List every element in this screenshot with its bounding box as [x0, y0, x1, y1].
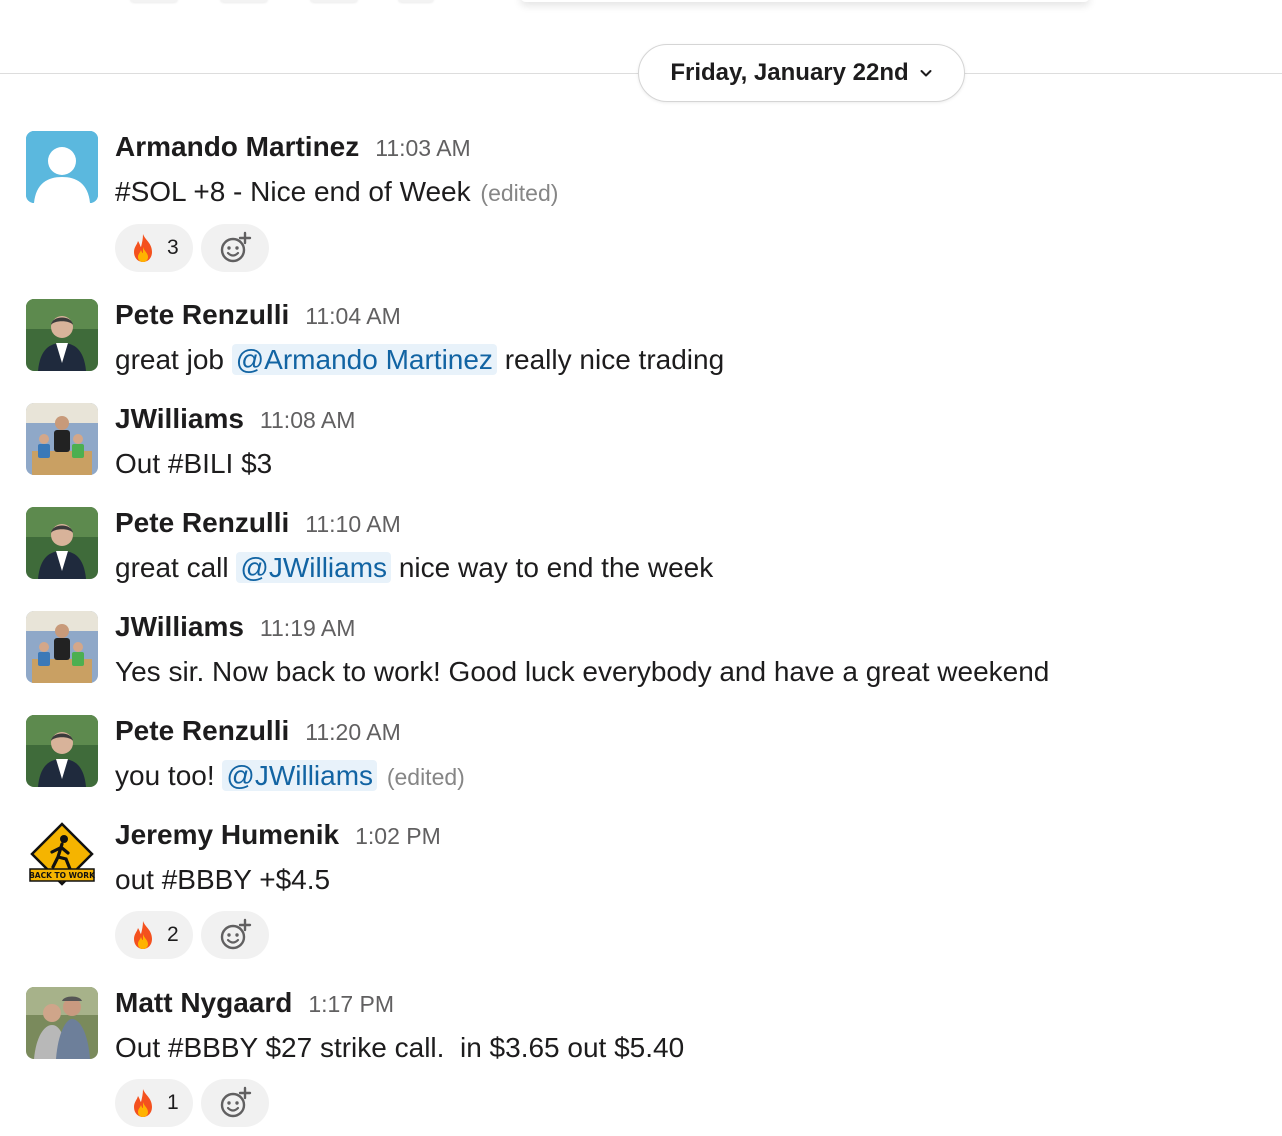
timestamp[interactable]: 11:04 AM — [305, 303, 400, 330]
user-mention[interactable]: @JWilliams — [222, 760, 378, 791]
fire-icon — [134, 234, 152, 262]
photo-family-icon — [26, 611, 98, 683]
default-avatar-icon — [26, 131, 98, 203]
author-name[interactable]: Jeremy Humenik — [115, 819, 339, 851]
user-mention[interactable]: @JWilliams — [236, 552, 392, 583]
date-label: Friday, January 22nd — [670, 59, 909, 86]
toolbar-fragment — [398, 0, 434, 2]
date-jump-button[interactable]: Friday, January 22nd — [638, 44, 965, 102]
message-text-pre: great call — [115, 552, 237, 583]
reaction-fire[interactable]: 1 — [115, 1079, 193, 1127]
author-name[interactable]: Pete Renzulli — [115, 715, 289, 747]
add-reaction-button[interactable] — [200, 224, 269, 272]
reaction-fire[interactable]: 2 — [115, 911, 193, 959]
composer-fragment — [520, 0, 1090, 2]
author-name[interactable]: Pete Renzulli — [115, 299, 289, 331]
author-name[interactable]: Matt Nygaard — [115, 987, 292, 1019]
fire-icon — [134, 1089, 152, 1117]
author-name[interactable]: JWilliams — [115, 403, 244, 435]
message-text: Yes sir. Now back to work! Good luck eve… — [115, 656, 1050, 687]
chevron-down-icon — [920, 70, 932, 77]
message-text-post: nice way to end the week — [391, 552, 714, 583]
timestamp[interactable]: 11:20 AM — [305, 719, 400, 746]
add-emoji-icon — [220, 231, 251, 263]
photo-family-icon — [26, 403, 98, 475]
reactions: 3 — [115, 224, 1255, 272]
toolbar-fragment — [220, 0, 268, 2]
message-text-pre: you too! — [115, 760, 223, 791]
author-name[interactable]: JWilliams — [115, 611, 244, 643]
timestamp[interactable]: 11:19 AM — [260, 615, 355, 642]
photo-man-suit-icon — [26, 715, 98, 787]
timestamp[interactable]: 11:08 AM — [260, 407, 355, 434]
add-emoji-icon — [220, 1086, 251, 1118]
message-text-post: really nice trading — [496, 344, 725, 375]
message-text: great job @Armando Martinez really nice … — [115, 341, 1255, 379]
back-to-work-sign-icon: BACK TO WORK — [26, 819, 98, 891]
message-text-pre: great job — [115, 344, 232, 375]
avatar[interactable] — [26, 611, 98, 683]
edited-label: (edited) — [386, 764, 465, 790]
avatar[interactable] — [26, 299, 98, 371]
reactions: 2 — [115, 911, 1255, 959]
avatar[interactable] — [26, 987, 98, 1059]
avatar[interactable] — [26, 507, 98, 579]
add-reaction-button[interactable] — [200, 1079, 269, 1127]
author-name[interactable]: Armando Martinez — [115, 131, 359, 163]
timestamp[interactable]: 1:02 PM — [355, 823, 441, 850]
avatar[interactable] — [26, 715, 98, 787]
message-text: great call @JWilliams nice way to end th… — [115, 549, 1255, 587]
toolbar-fragment — [130, 0, 178, 2]
message-text: Out #BBBY $27 strike call. in $3.65 out … — [115, 1032, 685, 1063]
user-mention[interactable]: @Armando Martinez — [231, 344, 497, 375]
message-text: #SOL +8 - Nice end of Week (edited) — [115, 173, 1255, 212]
svg-text:BACK TO WORK: BACK TO WORK — [29, 871, 96, 880]
date-divider: Friday, January 22nd — [0, 44, 1282, 104]
toolbar-fragments — [0, 0, 1282, 8]
reaction-count: 2 — [167, 923, 179, 946]
toolbar-fragment — [310, 0, 358, 2]
timestamp[interactable]: 11:03 AM — [375, 135, 470, 162]
avatar[interactable] — [26, 131, 98, 203]
message-text: Out #BILI $3 — [115, 448, 273, 479]
author-name[interactable]: Pete Renzulli — [115, 507, 289, 539]
avatar[interactable] — [26, 403, 98, 475]
photo-man-suit-icon — [26, 299, 98, 371]
message-body: #SOL +8 - Nice end of Week — [115, 176, 471, 207]
message-text: you too! @JWilliams (edited) — [115, 757, 1255, 796]
timestamp[interactable]: 1:17 PM — [308, 991, 394, 1018]
avatar[interactable]: BACK TO WORK — [26, 819, 98, 891]
reaction-fire[interactable]: 3 — [115, 224, 193, 272]
add-emoji-icon — [220, 918, 251, 950]
add-reaction-button[interactable] — [200, 911, 269, 959]
reaction-count: 1 — [167, 1091, 179, 1114]
edited-label: (edited) — [480, 180, 559, 206]
message-text: out #BBBY +$4.5 — [115, 864, 331, 895]
photo-man-suit-icon — [26, 507, 98, 579]
reactions: 1 — [115, 1079, 1255, 1127]
photo-couple-icon — [26, 987, 98, 1059]
fire-icon — [134, 921, 152, 949]
timestamp[interactable]: 11:10 AM — [305, 511, 400, 538]
reaction-count: 3 — [167, 236, 179, 259]
